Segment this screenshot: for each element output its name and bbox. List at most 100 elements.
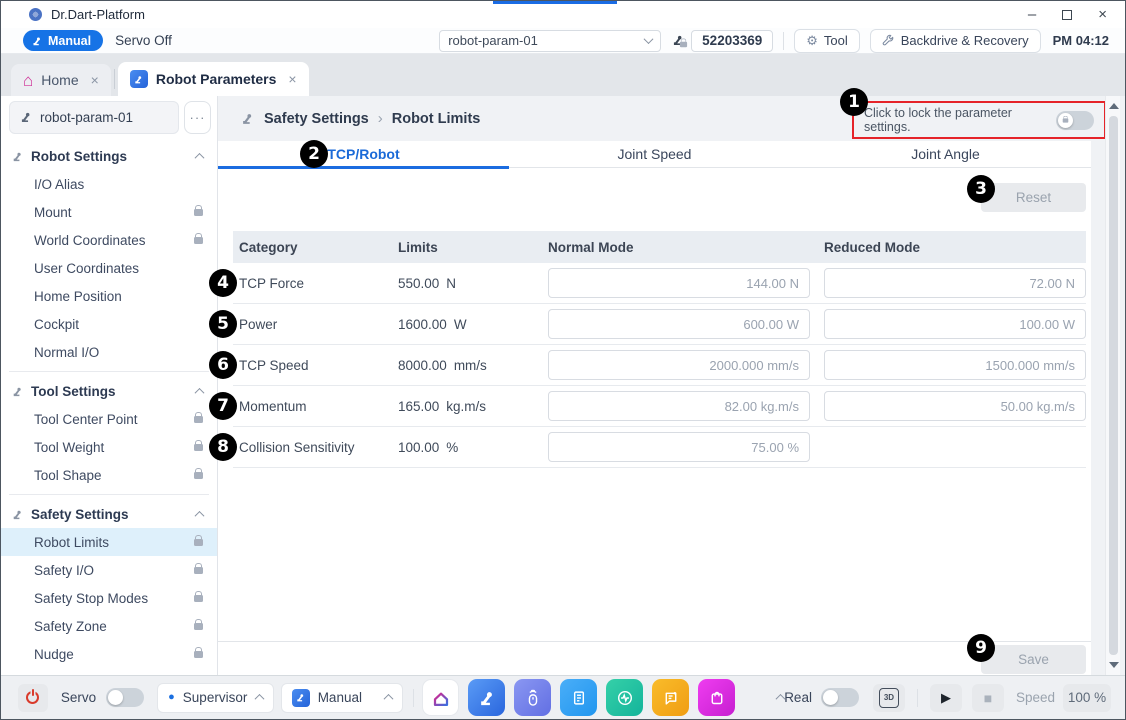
- lock-icon: [194, 567, 203, 574]
- close-button[interactable]: ×: [1098, 7, 1107, 22]
- sidebar-item[interactable]: Nudge: [1, 640, 217, 668]
- close-tab-icon[interactable]: ×: [288, 71, 296, 87]
- backdrive-recovery-button[interactable]: Backdrive & Recovery: [870, 29, 1041, 53]
- lock-icon: [194, 237, 203, 244]
- divider: [114, 69, 115, 89]
- limit-cell: 1600.00W: [398, 317, 548, 332]
- speed-value[interactable]: 100 %: [1063, 684, 1111, 712]
- vertical-scrollbar[interactable]: [1105, 96, 1120, 675]
- reduced-mode-input[interactable]: [824, 309, 1086, 339]
- store-app-icon[interactable]: [698, 679, 735, 716]
- reduced-mode-input[interactable]: [824, 391, 1086, 421]
- sidebar-section-robot-settings[interactable]: Robot Settings: [1, 142, 217, 170]
- gear-icon: ⚙: [806, 34, 818, 47]
- sidebar-section-tool-settings[interactable]: Tool Settings: [1, 377, 217, 405]
- robot-parameters-app-icon[interactable]: [468, 679, 505, 716]
- lock-icon: [194, 539, 203, 546]
- user-role-select[interactable]: ● Supervisor: [157, 683, 274, 713]
- sidebar-item[interactable]: Safety Stop Modes: [1, 584, 217, 612]
- log-app-icon[interactable]: [652, 679, 689, 716]
- scrollbar-thumb[interactable]: [1109, 116, 1118, 655]
- sidebar-item[interactable]: I/O Alias: [1, 170, 217, 198]
- serial-number: 52203369: [691, 30, 773, 52]
- sidebar-item[interactable]: Tool Center Point: [1, 405, 217, 433]
- manual-mode-icon: [292, 689, 310, 707]
- parameter-tab[interactable]: TCP/Robot: [218, 141, 509, 169]
- normal-mode-input[interactable]: [548, 268, 810, 298]
- normal-mode-input[interactable]: [548, 391, 810, 421]
- play-button[interactable]: ▶: [930, 684, 962, 712]
- reduced-mode-input[interactable]: [824, 350, 1086, 380]
- sidebar-item[interactable]: User Coordinates: [1, 254, 217, 282]
- sidebar-item[interactable]: Mount: [1, 198, 217, 226]
- annotation-badge: 1: [840, 88, 868, 116]
- home-app-icon[interactable]: [422, 679, 459, 716]
- normal-mode-input[interactable]: [548, 432, 810, 462]
- robot-icon: [11, 508, 24, 521]
- 3d-view-button[interactable]: 3D: [873, 684, 905, 712]
- stop-icon: ■: [984, 691, 992, 705]
- stop-button[interactable]: ■: [972, 684, 1004, 712]
- tab-robot-parameters[interactable]: Robot Parameters ×: [118, 62, 309, 96]
- lock-icon: [194, 651, 203, 658]
- sidebar-param-name[interactable]: robot-param-01: [9, 101, 179, 134]
- lock-parameters-toggle[interactable]: [1056, 111, 1094, 130]
- sidebar-item[interactable]: Tool Shape: [1, 461, 217, 489]
- sidebar-section-safety-settings[interactable]: Safety Settings: [1, 500, 217, 528]
- scroll-down-arrow[interactable]: [1109, 662, 1119, 668]
- reset-button[interactable]: Reset: [981, 183, 1086, 212]
- lock-icon: [194, 472, 203, 479]
- sidebar-item[interactable]: Safety Zone: [1, 612, 217, 640]
- sidebar-item[interactable]: Tool Weight: [1, 433, 217, 461]
- chevron-up-icon: [195, 510, 205, 520]
- normal-mode-input[interactable]: [548, 309, 810, 339]
- tab-home[interactable]: ⌂ Home ×: [11, 64, 111, 96]
- real-sim-toggle[interactable]: [821, 688, 859, 707]
- robot-icon: [19, 110, 33, 124]
- normal-mode-input[interactable]: [548, 350, 810, 380]
- app-title: Dr.Dart-Platform: [51, 7, 145, 22]
- play-icon: ▶: [941, 691, 951, 704]
- category-cell: Momentum: [233, 399, 398, 414]
- minimize-button[interactable]: –: [1028, 7, 1036, 22]
- sidebar-item[interactable]: Home Position: [1, 282, 217, 310]
- parameter-tab[interactable]: Joint Speed: [509, 141, 800, 169]
- app-window: Dr.Dart-Platform – × Manual Servo Off ro…: [0, 0, 1126, 720]
- home-icon: ⌂: [23, 72, 33, 89]
- servo-toggle[interactable]: [106, 688, 144, 707]
- save-button[interactable]: Save: [981, 645, 1086, 674]
- lock-icon: [194, 416, 203, 423]
- parameter-tab[interactable]: Joint Angle: [800, 141, 1091, 169]
- maximize-button[interactable]: [1062, 10, 1072, 20]
- scroll-up-arrow[interactable]: [1109, 103, 1119, 109]
- sidebar-item[interactable]: Robot Limits: [1, 528, 217, 556]
- document-tab-strip: ⌂ Home × Robot Parameters ×: [1, 54, 1125, 96]
- sidebar: robot-param-01 ··· Robot Settings I/O Al…: [1, 96, 218, 675]
- monitoring-app-icon[interactable]: [606, 679, 643, 716]
- power-icon: [26, 691, 39, 704]
- unlock-icon: [1063, 118, 1069, 122]
- mode-select[interactable]: Manual: [281, 683, 404, 713]
- jog-app-icon[interactable]: [514, 679, 551, 716]
- divider: [917, 689, 918, 707]
- table-row: TCP Force 550.00N: [233, 263, 1086, 304]
- sidebar-item[interactable]: World Coordinates: [1, 226, 217, 254]
- mode-pill[interactable]: Manual: [23, 30, 103, 51]
- sidebar-item[interactable]: Normal I/O: [1, 338, 217, 366]
- sidebar-item[interactable]: Safety I/O: [1, 556, 217, 584]
- chevron-up-icon: [384, 694, 394, 704]
- task-writer-app-icon[interactable]: [560, 679, 597, 716]
- sidebar-item[interactable]: Cockpit: [1, 310, 217, 338]
- category-cell: TCP Speed: [233, 358, 398, 373]
- divider: [9, 494, 209, 495]
- power-button[interactable]: [18, 684, 48, 712]
- more-options-button[interactable]: ···: [184, 101, 211, 134]
- lock-icon: [194, 595, 203, 602]
- robot-param-select[interactable]: robot-param-01: [439, 30, 661, 52]
- status-bar: Manual Servo Off robot-param-01 52203369…: [1, 28, 1125, 54]
- tool-button[interactable]: ⚙ Tool: [794, 29, 860, 53]
- close-tab-icon[interactable]: ×: [91, 72, 99, 88]
- table-row: TCP Speed 8000.00mm/s: [233, 345, 1086, 386]
- reduced-mode-input[interactable]: [824, 268, 1086, 298]
- robot-icon: [11, 385, 24, 398]
